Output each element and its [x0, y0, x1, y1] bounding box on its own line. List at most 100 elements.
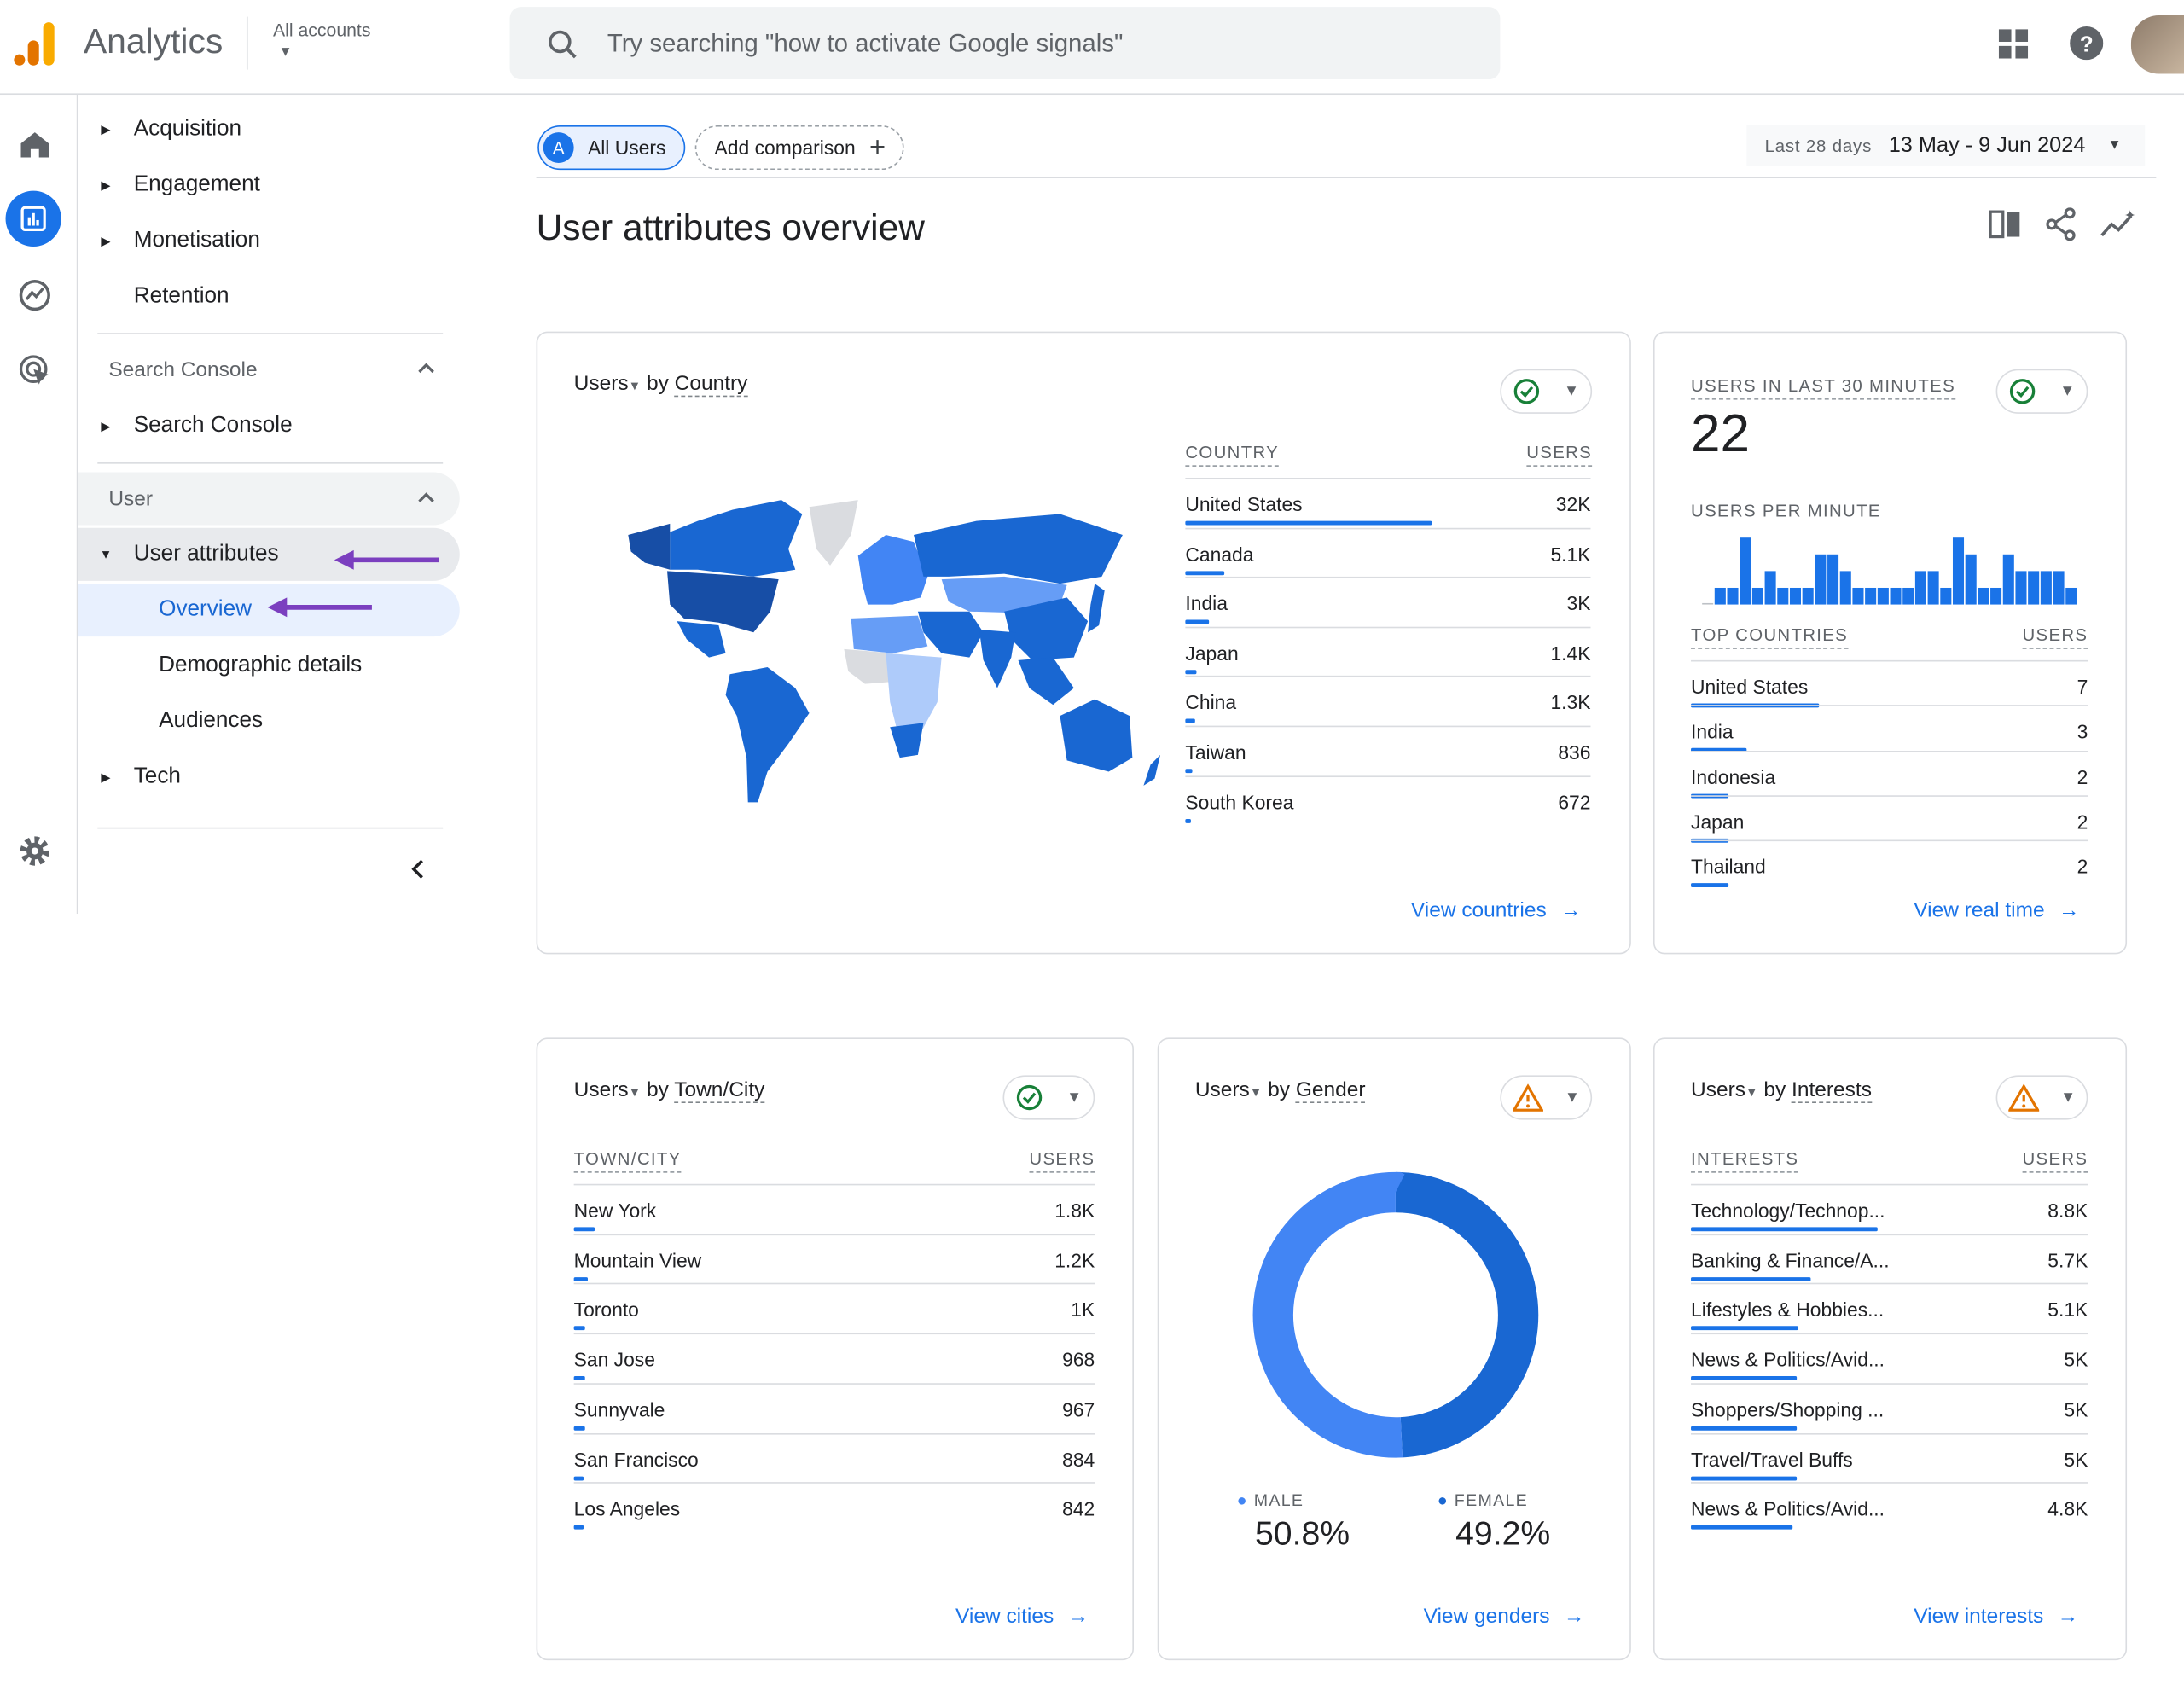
metric-selector[interactable]: Users — [574, 1078, 629, 1102]
table-row[interactable]: United States 32K — [1185, 477, 1591, 529]
realtime-title[interactable]: USERS IN LAST 30 MINUTES — [1691, 376, 1956, 400]
per-minute-bar[interactable] — [2002, 554, 2014, 605]
apps-grid-icon[interactable] — [1998, 29, 2029, 59]
per-minute-bar[interactable] — [1751, 587, 1763, 605]
view-countries-link[interactable]: View countries → — [1411, 898, 1582, 922]
nav-item-demographic-details[interactable]: Demographic details — [78, 639, 459, 692]
per-minute-bar[interactable] — [1727, 587, 1739, 605]
per-minute-bar[interactable] — [1827, 554, 1839, 605]
column-header-users[interactable]: USERS — [1029, 1149, 1095, 1173]
per-minute-bar[interactable] — [1914, 571, 1926, 605]
data-quality-button[interactable]: ▼ — [1995, 1075, 2088, 1120]
per-minute-bar[interactable] — [1740, 537, 1751, 605]
view-cities-link[interactable]: View cities → — [956, 1605, 1089, 1629]
per-minute-bar[interactable] — [1978, 587, 1989, 605]
per-minute-bar[interactable] — [1927, 571, 1939, 605]
share-icon[interactable] — [2046, 207, 2077, 241]
per-minute-bar[interactable] — [1940, 587, 1952, 605]
dimension-label[interactable]: Country — [674, 371, 748, 398]
metric-selector[interactable]: Users — [1195, 1078, 1250, 1102]
add-comparison-button[interactable]: Add comparison + — [694, 125, 904, 171]
nav-item-retention[interactable]: Retention — [78, 270, 459, 323]
home-icon[interactable] — [20, 131, 50, 159]
metric-selector[interactable]: Users — [1691, 1078, 1745, 1102]
advertising-icon[interactable] — [18, 354, 51, 387]
per-minute-bar[interactable] — [2053, 571, 2065, 605]
explore-icon[interactable] — [18, 279, 51, 312]
per-minute-bar[interactable] — [1990, 587, 2002, 605]
per-minute-bar[interactable] — [1764, 571, 1776, 605]
data-quality-button[interactable]: ▼ — [1995, 369, 2088, 414]
per-minute-bar[interactable] — [1714, 587, 1726, 605]
table-row[interactable]: New York 1.8K — [573, 1183, 1095, 1235]
per-minute-bar[interactable] — [2015, 571, 2027, 605]
table-row[interactable]: Japan 2 — [1691, 795, 2088, 843]
table-row[interactable]: South Korea 672 — [1185, 775, 1591, 827]
column-header-town-city[interactable]: TOWN/CITY — [573, 1149, 682, 1173]
caret-down-icon[interactable]: ▼ — [629, 379, 642, 392]
table-row[interactable]: Thailand 2 — [1691, 839, 2088, 888]
view-real-time-link[interactable]: View real time → — [1914, 898, 2079, 922]
section-search-console[interactable]: Search Console — [78, 343, 459, 396]
table-row[interactable]: Mountain View 1.2K — [573, 1234, 1095, 1285]
per-minute-bar[interactable] — [1877, 587, 1889, 605]
data-quality-button[interactable]: ▼ — [1002, 1075, 1095, 1120]
date-range-picker[interactable]: Last 28 days 13 May - 9 Jun 2024 ▼ — [1746, 125, 2146, 166]
table-row[interactable]: News & Politics/Avid... 5K — [1691, 1333, 2088, 1385]
table-row[interactable]: Banking & Finance/A... 5.7K — [1691, 1234, 2088, 1285]
table-row[interactable]: Taiwan 836 — [1185, 725, 1591, 777]
table-row[interactable]: Canada 5.1K — [1185, 527, 1591, 578]
nav-item-engagement[interactable]: ▶ Engagement — [78, 159, 459, 212]
table-row[interactable]: United States 7 — [1691, 659, 2088, 708]
data-quality-button[interactable]: ▼ — [1500, 1075, 1593, 1120]
table-row[interactable]: India 3K — [1185, 577, 1591, 628]
nav-item-monetisation[interactable]: ▶ Monetisation — [78, 214, 459, 267]
per-minute-bar[interactable] — [1802, 587, 1814, 605]
table-row[interactable]: Lifestyles & Hobbies... 5.1K — [1691, 1283, 2088, 1334]
data-quality-button[interactable]: ▼ — [1500, 369, 1593, 414]
per-minute-bar[interactable] — [2040, 571, 2052, 605]
table-row[interactable]: Shoppers/Shopping ... 5K — [1691, 1382, 2088, 1434]
search-bar[interactable]: Try searching "how to activate Google si… — [509, 7, 1501, 80]
nav-item-audiences[interactable]: Audiences — [78, 695, 459, 748]
per-minute-bar[interactable] — [2065, 587, 2077, 605]
metric-selector[interactable]: Users — [574, 372, 629, 396]
table-row[interactable]: News & Politics/Avid... 4.8K — [1691, 1482, 2088, 1533]
column-header-users[interactable]: USERS — [2022, 1149, 2088, 1173]
per-minute-bar[interactable] — [1815, 554, 1827, 605]
table-row[interactable]: Indonesia 2 — [1691, 750, 2088, 798]
table-row[interactable]: Travel/Travel Buffs 5K — [1691, 1432, 2088, 1484]
table-row[interactable]: San Jose 968 — [573, 1333, 1095, 1385]
per-minute-bar[interactable] — [1890, 587, 1902, 605]
view-interests-link[interactable]: View interests → — [1914, 1605, 2078, 1629]
reports-icon[interactable] — [5, 190, 61, 247]
per-minute-bar[interactable] — [1702, 602, 1714, 605]
section-user[interactable]: User — [78, 472, 460, 526]
per-minute-bar[interactable] — [1777, 587, 1789, 605]
column-header-interests[interactable]: INTERESTS — [1691, 1149, 1799, 1173]
insights-icon[interactable]: ✦ — [2099, 207, 2136, 241]
per-minute-bar[interactable] — [1852, 587, 1864, 605]
table-row[interactable]: Technology/Technop... 8.8K — [1691, 1183, 2088, 1235]
column-header-country[interactable]: COUNTRY — [1185, 443, 1280, 467]
compare-columns-icon[interactable] — [1989, 209, 2022, 240]
column-header-users[interactable]: USERS — [1526, 443, 1593, 467]
account-picker[interactable]: All accounts ▼ — [273, 20, 370, 60]
segment-chip-all-users[interactable]: A All Users — [537, 125, 686, 171]
caret-down-icon[interactable]: ▼ — [629, 1085, 642, 1099]
per-minute-bar[interactable] — [1952, 537, 1965, 605]
table-row[interactable]: Sunnyvale 967 — [573, 1382, 1095, 1434]
table-row[interactable]: China 1.3K — [1185, 676, 1591, 727]
column-header-users[interactable]: USERS — [2022, 625, 2088, 649]
caret-down-icon[interactable]: ▼ — [1250, 1085, 1263, 1099]
dimension-label[interactable]: Interests — [1792, 1078, 1872, 1104]
view-genders-link[interactable]: View genders → — [1424, 1605, 1585, 1629]
caret-down-icon[interactable]: ▼ — [1745, 1085, 1758, 1099]
nav-item-acquisition[interactable]: ▶ Acquisition — [78, 103, 459, 156]
table-row[interactable]: San Francisco 884 — [573, 1432, 1095, 1484]
avatar[interactable] — [2130, 15, 2184, 74]
table-row[interactable]: Los Angeles 842 — [573, 1482, 1095, 1533]
per-minute-bar[interactable] — [1965, 554, 1977, 605]
collapse-sidebar-chevron-icon[interactable] — [410, 858, 427, 880]
search-input[interactable]: Try searching "how to activate Google si… — [607, 29, 1124, 58]
